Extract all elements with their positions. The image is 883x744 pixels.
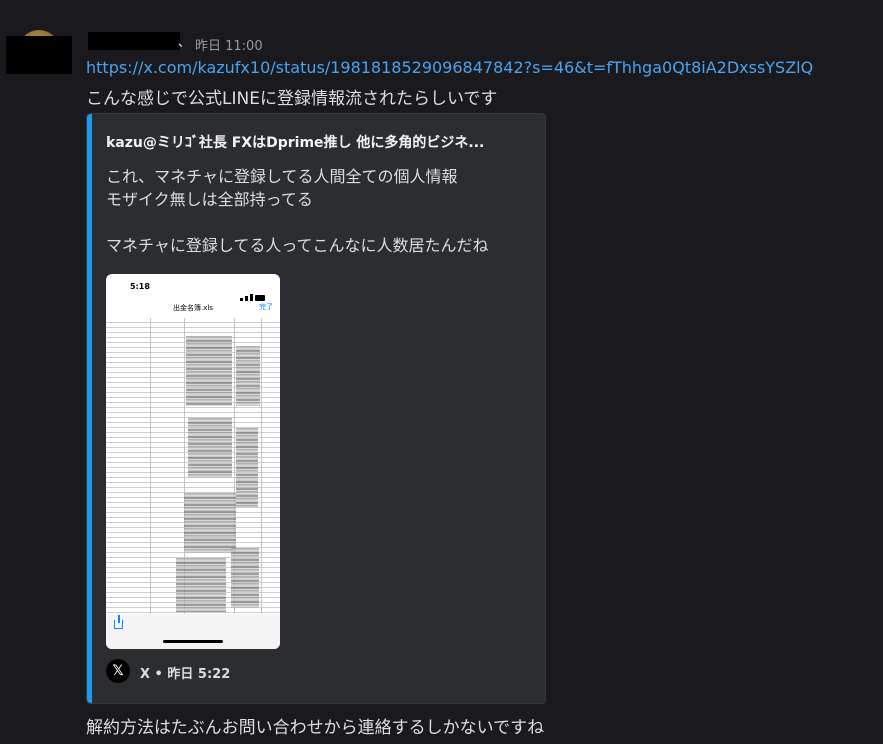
home-indicator	[163, 640, 223, 643]
spreadsheet-grid	[106, 318, 280, 614]
share-icon	[114, 615, 123, 629]
link-embed: kazu@ミリｺﾞ社長 FXはDprime推し 他に多角的ビジネ... これ、マ…	[86, 113, 546, 704]
embed-accent-bar	[87, 114, 92, 703]
message-text: 解約方法はたぶんお問い合わせから連絡するしかないですね	[86, 718, 545, 738]
phone-toolbar	[106, 614, 280, 649]
x-logo-icon: 𝕏	[106, 659, 130, 683]
username-redacted[interactable]	[88, 32, 180, 50]
phone-status-icons	[238, 282, 268, 301]
redaction-box	[6, 36, 72, 74]
embed-footer-text: X • 昨日 5:22	[140, 667, 231, 682]
done-button: 完了	[259, 303, 273, 311]
embed-image[interactable]: 5:18 出金名簿.xls 完了	[106, 274, 280, 649]
spreadsheet-filename: 出金名簿.xls	[173, 304, 213, 312]
username-tail: 、	[178, 35, 191, 49]
embed-desc-line: マネチャに登録してる人ってこんなに人数居たんだね	[106, 236, 489, 255]
embed-author[interactable]: kazu@ミリｺﾞ社長 FXはDprime推し 他に多角的ビジネ...	[106, 132, 484, 152]
chat-message: 、 昨日 11:00 https://x.com/kazufx10/status…	[0, 0, 883, 744]
embed-desc-line: モザイク無しは全部持ってる	[106, 190, 313, 209]
message-text: こんな感じで公式LINEに登録情報流されたらしいです	[86, 89, 498, 109]
message-timestamp: 昨日 11:00	[195, 39, 263, 54]
embed-desc-line: これ、マネチャに登録してる人間全ての個人情報	[106, 167, 458, 186]
phone-clock: 5:18	[130, 282, 150, 291]
tweet-link[interactable]: https://x.com/kazufx10/status/1981818529…	[86, 58, 813, 77]
